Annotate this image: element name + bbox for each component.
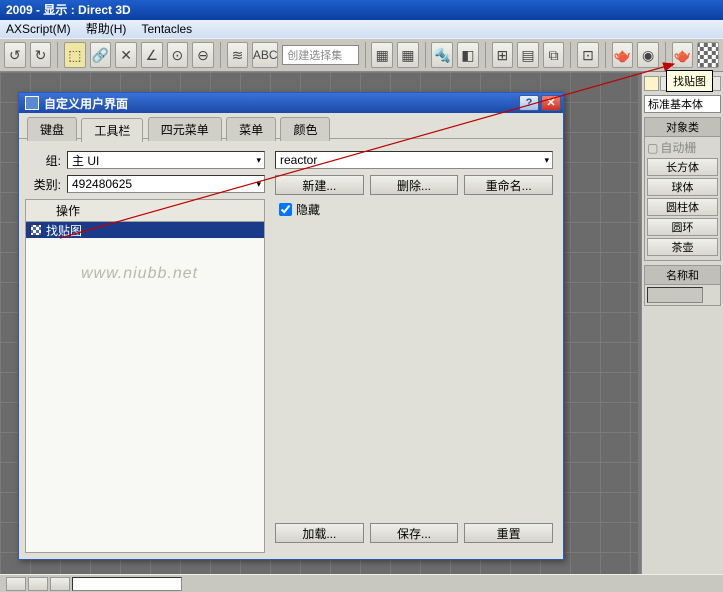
- dialog-tabs: 键盘 工具栏 四元菜单 菜单 颜色: [19, 113, 563, 139]
- toolbar-divider: [57, 42, 58, 68]
- toolbar-button[interactable]: 🔗: [90, 42, 112, 68]
- toolbar-button[interactable]: ◉: [637, 42, 659, 68]
- toolbar-button[interactable]: ⊙: [167, 42, 189, 68]
- toolbar-button[interactable]: ✕: [115, 42, 137, 68]
- menu-bar[interactable]: AXScript(M) 帮助(H) Tentacles: [0, 20, 723, 38]
- action-list-header[interactable]: 操作: [25, 199, 265, 222]
- load-button[interactable]: 加载...: [275, 523, 364, 543]
- status-bar: [0, 574, 723, 592]
- category-dropdown[interactable]: 标准基本体: [644, 95, 721, 113]
- group-label: 组:: [25, 152, 67, 169]
- toolbar-button[interactable]: ABC: [252, 42, 278, 68]
- dialog-title-text: 自定义用户界面: [44, 95, 128, 112]
- rename-button[interactable]: 重命名...: [464, 175, 553, 195]
- checkered-icon: [30, 224, 42, 236]
- menu-tentacles[interactable]: Tentacles: [141, 22, 192, 36]
- toolbar-button[interactable]: ⊞: [492, 42, 514, 68]
- customize-ui-dialog: 自定义用户界面 ? ✕ 键盘 工具栏 四元菜单 菜单 颜色 组: 主 UI 类别…: [18, 92, 564, 560]
- toolbar-button[interactable]: ↺: [4, 42, 26, 68]
- action-listbox[interactable]: 找贴图: [25, 222, 265, 553]
- color-swatch[interactable]: [647, 287, 703, 303]
- rollout-title[interactable]: 名称和: [645, 266, 720, 285]
- toolbar-button[interactable]: ▦: [397, 42, 419, 68]
- command-panel: 标准基本体 对象类 ▢自动栅 长方体 球体 圆柱体 圆环 茶壶 名称和: [641, 72, 723, 574]
- hide-checkbox-input[interactable]: [279, 203, 292, 216]
- toolbar-divider: [570, 42, 571, 68]
- toolbar-button[interactable]: 🔩: [431, 42, 453, 68]
- right-column: reactor 新建... 删除... 重命名... 隐藏 加载... 保存..…: [271, 139, 563, 559]
- tab-quads[interactable]: 四元菜单: [148, 117, 222, 141]
- close-button[interactable]: ✕: [541, 95, 561, 111]
- status-button[interactable]: [28, 577, 48, 591]
- primitive-button[interactable]: 长方体: [647, 158, 718, 176]
- toolbar-button[interactable]: ⬚: [64, 42, 86, 68]
- toolbar-button[interactable]: ◧: [457, 42, 479, 68]
- tab-colors[interactable]: 颜色: [280, 117, 330, 141]
- toolbar-button[interactable]: ↻: [30, 42, 52, 68]
- new-button[interactable]: 新建...: [275, 175, 364, 195]
- autogrid-checkbox[interactable]: ▢自动栅: [647, 139, 718, 156]
- selection-set-combo[interactable]: 创建选择集: [282, 45, 358, 65]
- list-item[interactable]: 找贴图: [26, 222, 264, 238]
- toolbar-button[interactable]: ▦: [371, 42, 393, 68]
- tab-toolbars[interactable]: 工具栏: [81, 118, 143, 142]
- dialog-titlebar[interactable]: 自定义用户界面 ? ✕: [19, 93, 563, 113]
- dialog-icon: [25, 96, 39, 110]
- app-titlebar: 2009 - 显示 : Direct 3D: [0, 0, 723, 20]
- primitive-button[interactable]: 圆环: [647, 218, 718, 236]
- hide-checkbox[interactable]: 隐藏: [279, 201, 553, 218]
- group-combo[interactable]: 主 UI: [67, 151, 265, 169]
- primitive-button[interactable]: 球体: [647, 178, 718, 196]
- toolbar-divider: [605, 42, 606, 68]
- toolbar-divider: [425, 42, 426, 68]
- toolbar-button[interactable]: ⊖: [192, 42, 214, 68]
- status-button[interactable]: [50, 577, 70, 591]
- toolbar-button[interactable]: 🫖: [672, 42, 694, 68]
- primitive-button[interactable]: 圆柱体: [647, 198, 718, 216]
- toolbar-button[interactable]: ≋: [227, 42, 249, 68]
- toolbar-divider: [665, 42, 666, 68]
- name-color-rollout: 名称和: [644, 265, 721, 306]
- object-type-rollout: 对象类 ▢自动栅 长方体 球体 圆柱体 圆环 茶壶: [644, 117, 721, 261]
- toolbar-button[interactable]: ▤: [517, 42, 539, 68]
- toolbar-button[interactable]: ⊡: [577, 42, 599, 68]
- menu-help[interactable]: 帮助(H): [86, 22, 127, 36]
- delete-button[interactable]: 删除...: [370, 175, 459, 195]
- category-combo[interactable]: 492480625: [67, 175, 265, 193]
- find-texture-button[interactable]: [697, 42, 719, 68]
- category-label: 类别:: [25, 176, 67, 193]
- menu-maxscript[interactable]: AXScript(M): [6, 22, 71, 36]
- toolbar-divider: [485, 42, 486, 68]
- rollout-title[interactable]: 对象类: [645, 118, 720, 137]
- toolbar-divider: [220, 42, 221, 68]
- primitive-button[interactable]: 茶壶: [647, 238, 718, 256]
- toolbar-divider: [365, 42, 366, 68]
- status-display: [72, 577, 182, 591]
- create-tab[interactable]: [644, 76, 659, 91]
- main-toolbar: ↺ ↻ ⬚ 🔗 ✕ ∠ ⊙ ⊖ ≋ ABC 创建选择集 ▦ ▦ 🔩 ◧ ⊞ ▤ …: [0, 38, 723, 72]
- status-button[interactable]: [6, 577, 26, 591]
- toolbar-button[interactable]: ⧉: [543, 42, 565, 68]
- toolbar-button[interactable]: ∠: [141, 42, 163, 68]
- left-column: 组: 主 UI 类别: 492480625 操作 找贴图: [19, 139, 271, 559]
- tab-keyboard[interactable]: 键盘: [27, 117, 77, 141]
- tab-menus[interactable]: 菜单: [226, 117, 276, 141]
- help-button[interactable]: ?: [519, 95, 539, 111]
- toolbar-select-combo[interactable]: reactor: [275, 151, 553, 169]
- toolbar-button[interactable]: 🫖: [612, 42, 634, 68]
- save-button[interactable]: 保存...: [370, 523, 459, 543]
- reset-button[interactable]: 重置: [464, 523, 553, 543]
- tooltip: 找贴图: [666, 70, 713, 92]
